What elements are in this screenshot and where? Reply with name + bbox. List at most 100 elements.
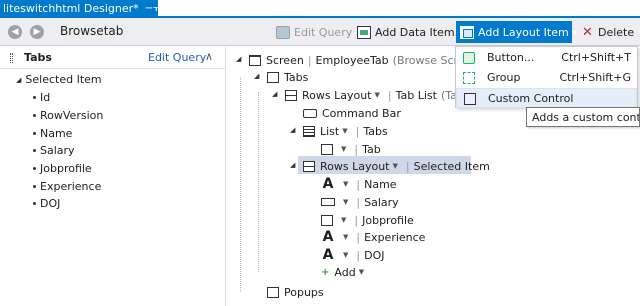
add-layout-item-label: Add Layout Item [478,25,569,39]
chevron-down-icon[interactable]: ▼ [375,91,380,99]
field-label: Salary [364,195,399,209]
tree-guide [258,92,259,272]
separator: | [356,230,361,244]
tree-node-field[interactable]: A ▼ | DOJ [321,247,384,263]
selected-item-node[interactable]: ◢ Selected Item [16,73,102,86]
edit-query-label: Edit Query [294,25,353,39]
popups-icon [267,286,279,298]
add-data-item-label: Add Data Item... [375,25,466,39]
add-plus-icon: + [321,266,330,278]
field-item[interactable]: Salary [33,142,103,160]
tree-node-list[interactable]: ◢ List ▼ | Tabs [290,123,388,139]
command-bar-icon [303,108,317,118]
tabs-label: Tabs [284,70,309,84]
tabs-icon [267,71,279,83]
tree-node-screen[interactable]: ◢ Screen | EmployeeTab (Browse Screen) [236,52,483,68]
separator: | [387,88,392,102]
tab-label: Tab [362,142,381,156]
chevron-down-icon[interactable]: ▼ [343,233,348,241]
field-label: Experience [40,179,102,193]
menu-item-custom-control[interactable]: Custom Control [456,88,637,108]
field-label: Jobprofile [362,213,414,227]
field-item[interactable]: RowVersion [33,107,103,125]
chevron-down-icon[interactable]: ▼ [343,198,348,206]
chevron-down-icon[interactable]: ▼ [343,180,348,188]
separator: | [354,142,359,156]
menu-item-button[interactable]: Button... Ctrl+Shift+T [456,48,637,68]
chevron-down-icon[interactable]: ▼ [342,127,347,135]
field-item[interactable]: Experience [33,177,103,195]
field-list: Id RowVersion Name Salary Jobprofile Exp… [33,89,103,213]
tree-node-field[interactable]: A ▼ | Experience [321,229,425,245]
bullet-icon [33,96,36,100]
field-item[interactable]: DOJ [33,195,103,213]
add-data-item-button[interactable]: Add Data Item... [353,21,469,43]
separator: | [356,248,361,262]
document-tab[interactable]: liteswitchhtml Designer* −⫟ ✕ [0,0,158,16]
data-members-panel: Tabs Edit Query ∧ ◢ Selected Item Id Row… [0,47,226,306]
expand-triangle-icon[interactable]: ◢ [254,72,259,80]
add-field-button[interactable]: + Add ▼ [321,264,368,280]
tree-node-tab[interactable]: ▼ | Tab [321,141,381,157]
list-icon [303,125,315,137]
expand-triangle-icon[interactable]: ◢ [290,161,295,169]
field-item[interactable]: Name [33,124,103,142]
custom-control-icon [464,93,476,105]
document-tab-title: liteswitchhtml Designer* [3,1,139,15]
tree-node-tabs[interactable]: ◢ Tabs [254,69,309,85]
add-layout-item-button[interactable]: Add Layout Item ▾ [456,21,577,43]
field-item[interactable]: Id [33,89,103,107]
pin-icon[interactable]: −⫟ [145,3,158,14]
chevron-down-icon[interactable]: ▼ [393,162,398,170]
menu-item-group[interactable]: Group Ctrl+Shift+G [456,68,637,88]
group-icon [463,72,475,84]
expand-triangle-icon[interactable]: ◢ [236,55,241,63]
field-label: Name [40,126,73,140]
button-icon [463,52,475,64]
panel-title: Tabs [24,51,52,64]
add-layout-item-icon [460,25,474,39]
tree-node-field[interactable]: ▼ | Jobprofile [321,212,414,228]
menu-item-label: Custom Control [488,92,574,105]
field-label: Jobprofile [40,162,92,176]
panel-edit-query-link[interactable]: Edit Query [148,51,206,64]
list-label: List [320,124,340,138]
tree-node-rows-layout-selected[interactable]: ◢ Rows Layout ▼ | Selected Item [290,158,490,174]
bullet-icon [33,167,36,171]
menu-item-shortcut: Ctrl+Shift+T [561,51,631,64]
edit-query-button[interactable]: Edit Query [272,21,356,43]
command-bar-label: Command Bar [322,106,401,120]
expand-triangle-icon[interactable]: ◢ [290,126,295,134]
label-text-icon: A [321,176,335,192]
back-icon[interactable]: ◀ [8,25,22,39]
screen-name-label: Browsetab [60,24,124,38]
label-text-icon: A [321,229,335,245]
rows-layout-icon [303,160,315,172]
chevron-down-icon[interactable]: ▼ [341,145,346,153]
chevron-down-icon[interactable]: ▼ [343,251,348,259]
designer-toolbar: ◀ ▶ Browsetab Edit Query Add Data Item..… [0,18,640,46]
field-label: DOJ [364,248,385,262]
tree-node-command-bar[interactable]: Command Bar [303,105,401,121]
drag-handle-icon[interactable] [10,53,13,63]
rows-layout-label: Rows Layout [302,88,372,102]
field-item[interactable]: Jobprofile [33,160,103,178]
tree-node-field[interactable]: ▼ | Salary [321,194,399,210]
menu-item-shortcut: Ctrl+Shift+G [559,71,631,84]
tree-node-rows-layout[interactable]: ◢ Rows Layout ▼ | Tab List (Tab) [272,87,468,103]
field-label: Id [40,91,51,105]
collapse-up-icon[interactable]: ∧ [205,50,213,63]
expand-triangle-icon[interactable]: ◢ [16,76,21,84]
chevron-down-icon[interactable]: ▼ [341,216,346,224]
tree-node-field[interactable]: A ▼ | Name [321,176,397,192]
tree-node-popups[interactable]: Popups [267,284,324,300]
edit-query-icon [276,25,290,39]
bullet-icon [33,114,36,118]
chevron-down-icon: ▼ [358,268,365,276]
delete-button[interactable]: ✕ Delete [578,21,638,43]
expand-triangle-icon[interactable]: ◢ [272,90,277,98]
tooltip: Adds a custom control. [526,107,640,127]
forward-icon[interactable]: ▶ [30,25,44,39]
field-label: DOJ [40,197,61,211]
selected-item-label: Selected Item [25,73,102,86]
